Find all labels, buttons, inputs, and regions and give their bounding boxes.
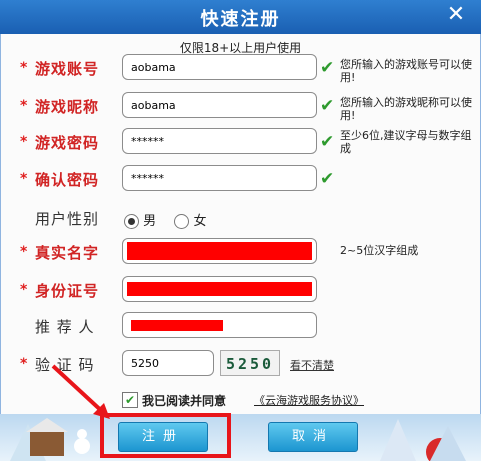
check-icon: ✔ — [320, 169, 335, 189]
footer-decoration — [0, 414, 481, 465]
close-icon[interactable]: ✕ — [443, 2, 469, 28]
agreement-label: 我已阅读并同意 — [142, 394, 227, 408]
row-referrer: 推 荐 人 — [0, 312, 481, 342]
required-marker: * — [20, 356, 28, 372]
check-icon: ✔ — [320, 132, 335, 152]
agreement-checkbox[interactable]: ✔ — [122, 392, 138, 408]
password-hint: 至少6位,建议字母与数字组成 — [340, 129, 472, 155]
row-nickname: * 游戏昵称 aobama ✔ 您所输入的游戏昵称可以使用! — [0, 92, 481, 122]
captcha-label: 验 证 码 — [35, 356, 95, 374]
realname-label: 真实名字 — [35, 244, 100, 262]
idcard-input[interactable] — [122, 276, 317, 302]
row-account: * 游戏账号 aobama ✔ 您所输入的游戏账号可以使用! — [0, 54, 481, 84]
redaction-block — [127, 282, 312, 296]
referrer-label: 推 荐 人 — [35, 318, 95, 336]
window-title: 快速注册 — [200, 9, 281, 30]
account-input[interactable]: aobama — [122, 54, 317, 80]
gender-label: 用户性别 — [35, 210, 100, 228]
snow-scene-illustration — [10, 418, 466, 465]
nickname-label: 游戏昵称 — [35, 98, 100, 116]
row-captcha: * 验 证 码 5250 5250 看不清楚 — [0, 350, 481, 380]
refresh-captcha-link[interactable]: 看不清楚 — [290, 357, 334, 373]
required-marker: * — [20, 171, 28, 187]
captcha-input[interactable]: 5250 — [122, 350, 214, 376]
password-input[interactable]: ****** — [122, 128, 317, 154]
captcha-image[interactable]: 5250 — [220, 350, 280, 376]
check-icon: ✔ — [320, 96, 335, 116]
realname-input[interactable] — [122, 238, 317, 264]
highlight-box — [100, 413, 231, 458]
check-icon: ✔ — [320, 58, 335, 78]
required-marker: * — [20, 98, 28, 114]
nickname-input[interactable]: aobama — [122, 92, 317, 118]
confirm-password-input[interactable]: ****** — [122, 165, 317, 191]
gender-male-radio[interactable] — [124, 214, 139, 229]
gender-female-radio[interactable] — [174, 214, 190, 229]
redaction-block — [127, 242, 312, 260]
snow-tree-icon — [380, 419, 416, 461]
service-agreement-link[interactable]: 《云海游戏服务协议》 — [254, 392, 364, 408]
row-password: * 游戏密码 ****** ✔ 至少6位,建议字母与数字组成 — [0, 128, 481, 158]
row-gender: 用户性别 男 女 — [0, 204, 481, 234]
referrer-input[interactable] — [122, 312, 317, 338]
account-label: 游戏账号 — [35, 60, 100, 78]
nickname-hint: 您所输入的游戏昵称可以使用! — [340, 96, 472, 122]
gender-female-label: 女 — [193, 214, 207, 229]
title-bar: 快速注册 ✕ — [0, 0, 481, 34]
row-idcard: * 身份证号 — [0, 276, 481, 306]
row-confirm: * 确认密码 ****** ✔ — [0, 165, 481, 195]
snowman-icon — [74, 438, 90, 454]
required-marker: * — [20, 282, 28, 298]
cancel-button[interactable]: 取消 — [268, 422, 358, 452]
redaction-block — [131, 320, 223, 331]
required-marker: * — [20, 60, 28, 76]
required-marker: * — [20, 244, 28, 260]
realname-hint: 2~5位汉字组成 — [340, 244, 419, 257]
idcard-label: 身份证号 — [35, 282, 100, 300]
cabin-icon — [30, 430, 64, 456]
row-realname: * 真实名字 2~5位汉字组成 — [0, 238, 481, 268]
gender-male-label: 男 — [143, 214, 157, 229]
gender-options: 男 女 — [124, 210, 206, 229]
account-hint: 您所输入的游戏账号可以使用! — [340, 58, 472, 84]
password-label: 游戏密码 — [35, 134, 100, 152]
confirm-label: 确认密码 — [35, 171, 100, 189]
required-marker: * — [20, 134, 28, 150]
